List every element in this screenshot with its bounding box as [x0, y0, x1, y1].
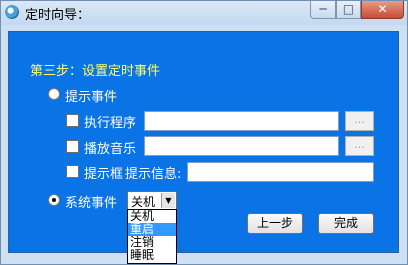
message-box-label: 提示框: [84, 167, 124, 182]
play-music-label: 播放音乐: [84, 142, 137, 157]
run-program-label: 执行程序: [84, 116, 137, 131]
window-title: 定时向导：: [25, 8, 91, 23]
system-event-select[interactable]: 关机 ▼: [127, 191, 177, 210]
browse-program-button[interactable]: ...: [345, 111, 374, 131]
music-path-input[interactable]: [144, 136, 339, 156]
message-box-checkbox[interactable]: [66, 165, 79, 178]
app-icon: [5, 5, 19, 19]
system-event-radio[interactable]: [48, 194, 60, 206]
run-program-checkbox[interactable]: [66, 114, 79, 127]
system-event-selected-value: 关机: [131, 195, 156, 209]
message-input[interactable]: [187, 162, 374, 182]
system-event-dropdown: 关机 重启 注销 睡眠: [127, 209, 177, 264]
title-bar[interactable]: 定时向导： ─ □ ✕: [1, 1, 407, 25]
message-label: 提示信息:: [125, 167, 182, 182]
maximize-button[interactable]: □: [336, 1, 361, 19]
dropdown-option-sleep[interactable]: 睡眠: [128, 249, 176, 262]
finish-button[interactable]: 完成: [318, 213, 374, 234]
reminder-event-label: 提示事件: [65, 90, 118, 105]
wizard-window: 定时向导： ─ □ ✕ 第三步：设置定时事件 提示事件 执行程序 ... 播放音…: [0, 0, 408, 265]
browse-music-button[interactable]: ...: [345, 136, 374, 156]
play-music-checkbox[interactable]: [66, 140, 79, 153]
system-event-label: 系统事件: [65, 196, 118, 211]
step-heading: 第三步：设置定时事件: [30, 64, 161, 79]
program-path-input[interactable]: [144, 111, 339, 131]
minimize-button[interactable]: ─: [310, 1, 336, 19]
close-button[interactable]: ✕: [361, 1, 404, 19]
back-button[interactable]: 上一步: [247, 213, 303, 234]
chevron-down-icon[interactable]: ▼: [161, 193, 175, 208]
reminder-event-radio[interactable]: [48, 88, 60, 100]
